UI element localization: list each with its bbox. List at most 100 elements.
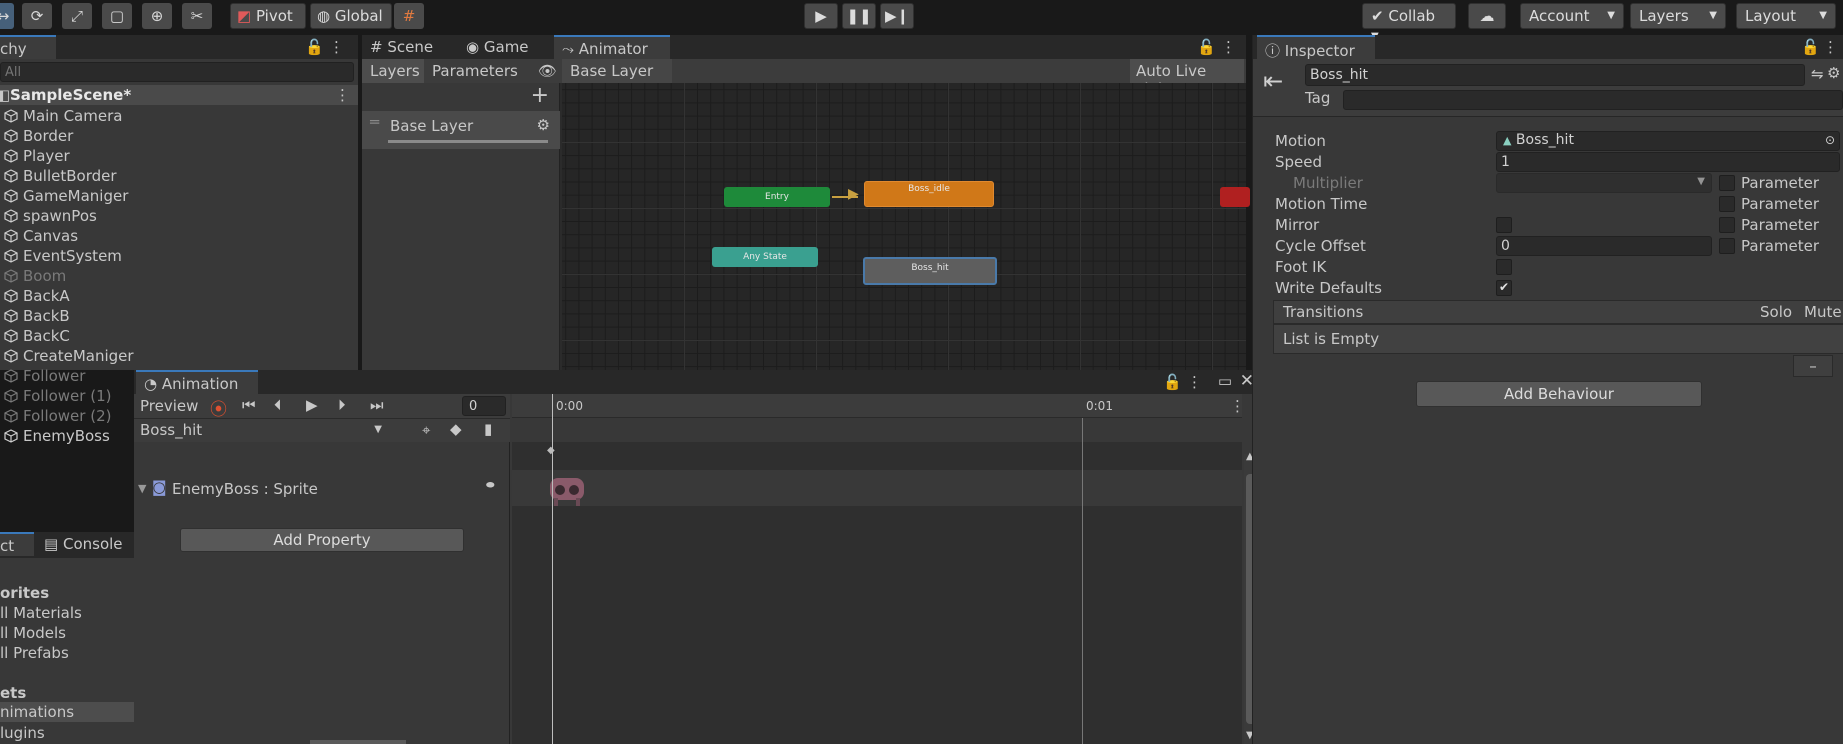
write-defaults-checkbox[interactable]: ✔: [1496, 280, 1512, 296]
cloud-button[interactable]: ☁: [1468, 3, 1506, 29]
layers-tab-button[interactable]: Layers: [362, 59, 424, 83]
record-icon[interactable]: ⦿: [210, 395, 227, 420]
first-keyframe-icon[interactable]: ⏮: [242, 396, 256, 414]
step-button[interactable]: ▶❙: [880, 3, 914, 29]
cycle-offset-input[interactable]: [1496, 236, 1712, 256]
pause-button[interactable]: ❚❚: [842, 3, 876, 29]
hierarchy-item[interactable]: BackC: [4, 327, 70, 347]
any-state-node[interactable]: Any State: [712, 247, 818, 267]
hierarchy-item[interactable]: Follower: [4, 367, 85, 387]
hierarchy-item[interactable]: Player: [4, 147, 70, 167]
grid-snap-icon[interactable]: #: [394, 3, 424, 29]
frame-input[interactable]: [462, 396, 506, 416]
tab-animator[interactable]: ⤳ Animator: [554, 35, 670, 59]
motion-field[interactable]: ▲ Boss_hit ⊙: [1496, 131, 1840, 151]
account-dropdown[interactable]: Account ▼: [1520, 3, 1624, 29]
eye-icon[interactable]: 👁: [538, 62, 557, 80]
transform-tool-icon[interactable]: ⊕: [142, 3, 172, 29]
more-menu-icon[interactable]: ⋮: [1221, 38, 1236, 56]
horizontal-scroll-thumb[interactable]: [310, 740, 406, 744]
add-event-icon[interactable]: ▮: [484, 420, 492, 438]
timeline[interactable]: 0:00 0:01 ◆ ⋮: [512, 394, 1245, 744]
preset-icon[interactable]: ⇋: [1811, 65, 1824, 83]
pivot-button[interactable]: ◩ Pivot: [230, 3, 306, 29]
lock-icon[interactable]: 🔓: [1197, 38, 1216, 56]
add-keyframe-icon[interactable]: ◆: [450, 420, 462, 438]
hierarchy-item[interactable]: Boom: [4, 267, 66, 287]
object-name-input[interactable]: [1305, 64, 1805, 86]
layout-dropdown[interactable]: Layout ▼: [1736, 3, 1836, 29]
tab-inspector[interactable]: ⓘ Inspector: [1257, 35, 1375, 60]
rect-select-icon[interactable]: ↔: [0, 3, 14, 29]
summary-keyframe-icon[interactable]: ◆: [547, 445, 555, 456]
preview-button[interactable]: Preview: [136, 395, 202, 417]
next-keyframe-icon[interactable]: ⏵: [338, 396, 346, 414]
hierarchy-item[interactable]: BackA: [4, 287, 70, 307]
hierarchy-item[interactable]: spawnPos: [4, 207, 97, 227]
playhead[interactable]: [552, 394, 553, 744]
remove-transition-button[interactable]: –: [1793, 355, 1833, 377]
custom-tool-icon[interactable]: ✂: [182, 3, 212, 29]
timeline-more-icon[interactable]: ⋮: [1230, 397, 1245, 415]
state-graph[interactable]: Entry ▶ Boss_idle Any State Boss_hit: [562, 83, 1250, 370]
gear-icon[interactable]: ⚙: [537, 116, 550, 134]
time-ruler[interactable]: 0:00 0:01: [512, 394, 1242, 418]
layer-item[interactable]: ═ Base Layer ⚙: [362, 111, 560, 149]
favorite-item[interactable]: ll Models: [0, 624, 66, 642]
tab-project[interactable]: ct: [0, 532, 34, 556]
lock-icon[interactable]: 🔓: [1163, 373, 1182, 391]
global-button[interactable]: ◍ Global: [310, 3, 392, 29]
play-button[interactable]: ▶: [804, 3, 838, 29]
last-keyframe-icon[interactable]: ⏭: [370, 396, 384, 414]
add-behaviour-button[interactable]: Add Behaviour: [1416, 381, 1702, 407]
parameters-tab-button[interactable]: Parameters: [426, 59, 522, 83]
collab-button[interactable]: ✔ Collab ▼: [1362, 3, 1456, 42]
asset-item-selected[interactable]: nimations: [0, 702, 134, 722]
hierarchy-item[interactable]: BackB: [4, 307, 70, 327]
hierarchy-item[interactable]: EnemyBoss: [4, 427, 110, 447]
breadcrumb[interactable]: Base Layer: [562, 59, 672, 83]
asset-item[interactable]: lugins: [0, 724, 45, 742]
favorite-item[interactable]: ll Prefabs: [0, 644, 69, 662]
auto-live-link-button[interactable]: Auto Live Link: [1130, 59, 1244, 98]
maximize-icon[interactable]: ▭: [1218, 372, 1232, 390]
tab-animation[interactable]: ◔ Animation: [136, 370, 258, 394]
add-property-button[interactable]: Add Property: [180, 528, 464, 552]
offscreen-state-node[interactable]: [1220, 187, 1250, 207]
object-picker-icon[interactable]: ⊙: [1825, 133, 1835, 147]
scene-more-icon[interactable]: ⋮: [335, 86, 350, 104]
foot-ik-checkbox[interactable]: [1496, 259, 1512, 275]
tab-hierarchy[interactable]: chy: [0, 35, 56, 59]
motion-time-parameter-checkbox[interactable]: [1719, 196, 1735, 212]
tab-console[interactable]: ▤ Console: [36, 532, 134, 556]
more-menu-icon[interactable]: ⋮: [329, 38, 344, 56]
property-name[interactable]: EnemyBoss : Sprite: [172, 480, 318, 498]
mirror-checkbox[interactable]: [1496, 217, 1512, 233]
rotate-tool-icon[interactable]: ⟳: [22, 3, 52, 29]
play-icon[interactable]: ▶: [306, 396, 318, 414]
expand-arrow-icon[interactable]: ▼: [138, 482, 146, 495]
tab-game[interactable]: ◉ Game: [458, 35, 550, 59]
multiplier-dropdown[interactable]: ▼: [1496, 173, 1712, 193]
favorite-item[interactable]: ll Materials: [0, 604, 82, 622]
multiplier-parameter-checkbox[interactable]: [1719, 175, 1735, 191]
more-menu-icon[interactable]: ⋮: [1823, 38, 1838, 56]
rect-tool-icon[interactable]: ▢: [102, 3, 132, 29]
speed-input[interactable]: [1496, 152, 1840, 172]
hierarchy-item[interactable]: BulletBorder: [4, 167, 117, 187]
hierarchy-item[interactable]: EventSystem: [4, 247, 122, 267]
event-row[interactable]: [512, 418, 1242, 442]
filter-keyframes-icon[interactable]: ⌖: [422, 421, 430, 439]
clip-dropdown[interactable]: Boss_hit ▼: [136, 421, 388, 441]
hierarchy-item[interactable]: Canvas: [4, 227, 78, 247]
lock-icon[interactable]: 🔓: [305, 38, 324, 56]
property-dot-icon[interactable]: ⬬: [486, 480, 495, 491]
hierarchy-item[interactable]: Follower (1): [4, 387, 111, 407]
hierarchy-search-input[interactable]: [0, 62, 354, 82]
cycle-offset-parameter-checkbox[interactable]: [1719, 238, 1735, 254]
hit-state-node[interactable]: Boss_hit: [863, 257, 997, 285]
idle-state-node[interactable]: Boss_idle: [864, 181, 994, 207]
tag-input[interactable]: [1343, 90, 1843, 110]
scale-tool-icon[interactable]: ⤢: [62, 3, 92, 29]
drag-handle-icon[interactable]: ═: [370, 113, 379, 131]
